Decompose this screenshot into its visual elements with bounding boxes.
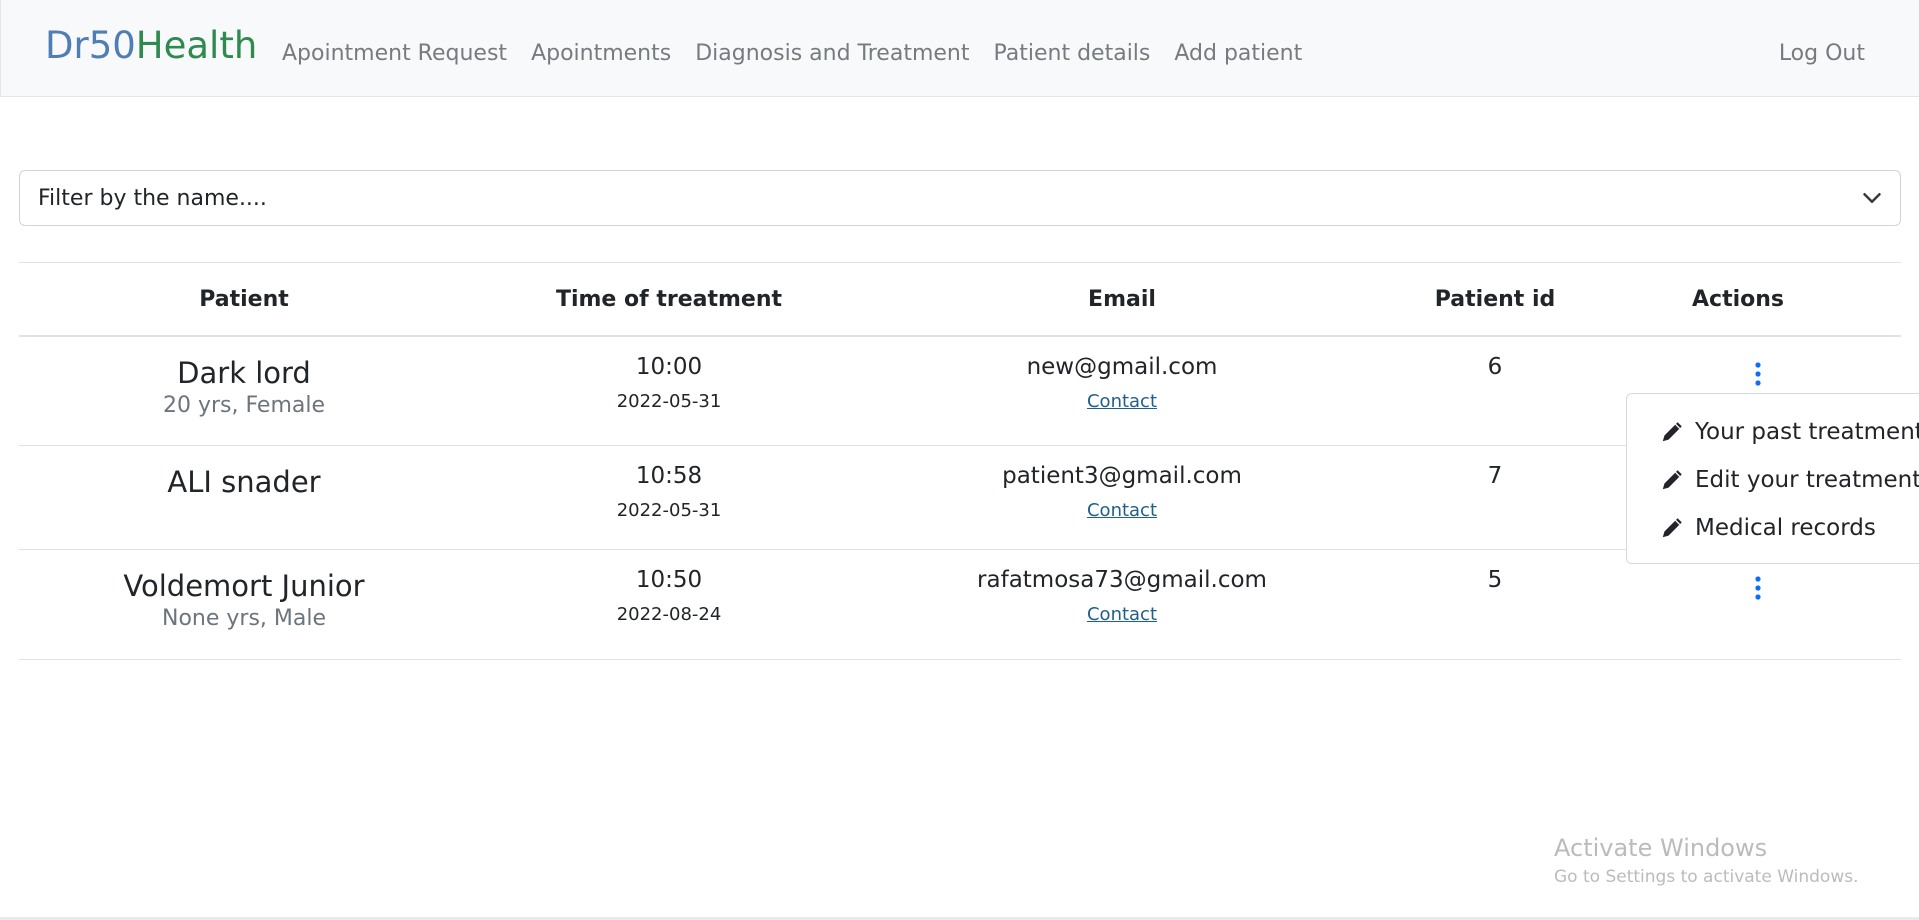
menu-item-label: Your past treatments bbox=[1695, 419, 1919, 445]
header-actions: Actions bbox=[1692, 287, 1784, 312]
header-time-of-treatment: Time of treatment bbox=[555, 287, 783, 312]
nav-link-appointments[interactable]: Apointments bbox=[519, 39, 683, 69]
filter-name-select[interactable]: Filter by the name.... bbox=[19, 170, 1901, 226]
activate-windows-subtitle: Go to Settings to activate Windows. bbox=[1554, 867, 1859, 887]
pencil-icon bbox=[1662, 470, 1682, 490]
patient-info: 20 yrs, Female bbox=[162, 393, 326, 418]
patient-info: None yrs, Male bbox=[161, 606, 327, 631]
patient-email: patient3@gmail.com bbox=[1002, 463, 1242, 489]
logout-link[interactable]: Log Out bbox=[1779, 39, 1865, 69]
patient-name: Voldemort Junior bbox=[123, 569, 365, 603]
contact-link[interactable]: Contact bbox=[1087, 603, 1157, 627]
patient-email: rafatmosa73@gmail.com bbox=[977, 567, 1267, 593]
treatment-date: 2022-05-31 bbox=[616, 391, 722, 412]
header-patient: Patient bbox=[199, 287, 289, 312]
nav-link-diagnosis-treatment[interactable]: Diagnosis and Treatment bbox=[683, 39, 981, 69]
treatment-date: 2022-05-31 bbox=[616, 500, 722, 521]
header-email: Email bbox=[1088, 287, 1156, 312]
brand-part-2: Health bbox=[135, 24, 258, 67]
menu-item-medical-records[interactable]: Medical records bbox=[1661, 513, 1876, 543]
table-header: Patient Time of treatment Email Patient … bbox=[19, 262, 1901, 337]
patient-id: 7 bbox=[1487, 463, 1503, 489]
treatment-time: 10:00 bbox=[635, 354, 703, 380]
patient-name: ALI snader bbox=[167, 465, 321, 499]
header-patient-id: Patient id bbox=[1434, 287, 1556, 312]
patient-id: 6 bbox=[1487, 354, 1503, 380]
table-row: ALI snader 10:58 2022-05-31 patient3@gma… bbox=[19, 446, 1901, 550]
actions-dropdown-menu: Your past treatments Edit your treatment… bbox=[1626, 393, 1919, 564]
brand-part-1: Dr50 bbox=[45, 24, 136, 67]
patient-name: Dark lord bbox=[177, 356, 311, 390]
kebab-menu-icon[interactable] bbox=[1748, 360, 1768, 388]
treatment-time: 10:58 bbox=[635, 463, 703, 489]
table-row: Voldemort Junior None yrs, Male 10:50 20… bbox=[19, 550, 1901, 660]
menu-item-past-treatments[interactable]: Your past treatments bbox=[1661, 417, 1919, 447]
patient-email: new@gmail.com bbox=[1026, 354, 1218, 380]
kebab-menu-icon[interactable] bbox=[1748, 574, 1768, 602]
filter-selected-value: Filter by the name.... bbox=[38, 186, 267, 211]
activate-windows-title: Activate Windows bbox=[1554, 834, 1768, 862]
contact-link[interactable]: Contact bbox=[1087, 390, 1157, 414]
patient-id: 5 bbox=[1487, 567, 1503, 593]
pencil-icon bbox=[1662, 518, 1682, 538]
nav-link-add-patient[interactable]: Add patient bbox=[1162, 39, 1314, 69]
brand-logo[interactable]: Dr50Health bbox=[45, 24, 257, 68]
menu-item-label: Medical records bbox=[1695, 515, 1876, 541]
menu-item-edit-treatment[interactable]: Edit your treatment bbox=[1661, 465, 1919, 495]
table-row: Dark lord 20 yrs, Female 10:00 2022-05-3… bbox=[19, 337, 1901, 446]
pencil-icon bbox=[1662, 422, 1682, 442]
contact-link[interactable]: Contact bbox=[1087, 499, 1157, 523]
nav-links: Apointment Request Apointments Diagnosis… bbox=[282, 39, 1314, 69]
navbar: Dr50Health Apointment Request Apointment… bbox=[0, 0, 1919, 97]
nav-link-appointment-request[interactable]: Apointment Request bbox=[282, 39, 519, 69]
treatment-date: 2022-08-24 bbox=[616, 604, 722, 625]
treatment-time: 10:50 bbox=[635, 567, 703, 593]
nav-link-patient-details[interactable]: Patient details bbox=[981, 39, 1162, 69]
menu-item-label: Edit your treatment bbox=[1695, 467, 1919, 493]
chevron-down-icon bbox=[1863, 193, 1881, 203]
